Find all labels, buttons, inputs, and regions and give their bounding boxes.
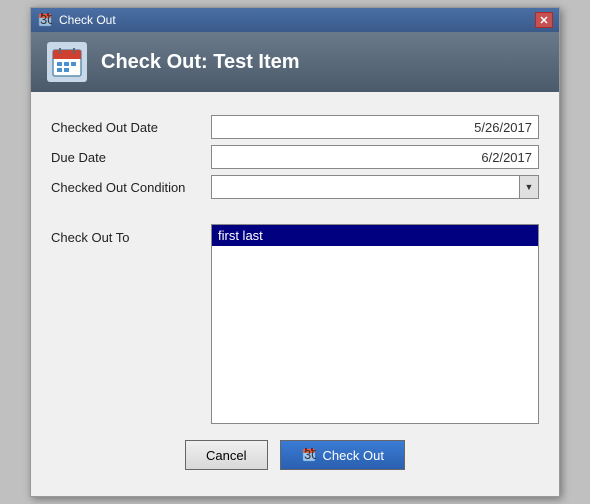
header-bar: Check Out: Test Item (31, 32, 559, 92)
spacer (51, 202, 211, 214)
checkout-to-section: Check Out To first last (51, 224, 539, 424)
condition-dropdown-btn[interactable]: ▼ (519, 175, 539, 199)
condition-label: Checked Out Condition (51, 172, 211, 202)
title-bar: 30 Check Out ✕ (31, 8, 559, 32)
svg-text:30: 30 (40, 13, 52, 27)
checkout-to-list[interactable]: first last (211, 224, 539, 424)
close-button[interactable]: ✕ (535, 12, 553, 28)
title-bar-left: 30 Check Out (37, 12, 116, 28)
checkout-button[interactable]: 30 Check Out (280, 440, 405, 470)
due-date-label: Due Date (51, 142, 211, 172)
checked-out-date-input[interactable] (211, 115, 539, 139)
header-title: Check Out: Test Item (101, 51, 300, 74)
due-date-field (211, 142, 539, 172)
checkout-icon: 30 (301, 447, 317, 463)
due-date-input[interactable] (211, 145, 539, 169)
checkout-window: 30 Check Out ✕ Check Out: Test Item (30, 7, 560, 497)
spacer2 (211, 202, 539, 214)
svg-text:30: 30 (304, 448, 316, 462)
form-content: Checked Out Date Due Date Checked Out Co… (31, 92, 559, 496)
header-icon (47, 42, 87, 82)
condition-input[interactable] (211, 175, 519, 199)
window-icon: 30 (37, 12, 53, 28)
checkout-to-label: Check Out To (51, 224, 211, 424)
cancel-label: Cancel (206, 448, 246, 463)
checked-out-date-label: Checked Out Date (51, 112, 211, 142)
title-bar-text: Check Out (59, 13, 116, 27)
form-fields: Checked Out Date Due Date Checked Out Co… (51, 112, 539, 214)
condition-field: ▼ (211, 172, 539, 202)
condition-dropdown-wrapper: ▼ (211, 175, 539, 199)
cancel-button[interactable]: Cancel (185, 440, 267, 470)
checkout-to-selected-item[interactable]: first last (212, 225, 538, 246)
checked-out-date-field (211, 112, 539, 142)
checkout-label: Check Out (323, 448, 384, 463)
button-row: Cancel 30 Check Out (51, 440, 539, 480)
